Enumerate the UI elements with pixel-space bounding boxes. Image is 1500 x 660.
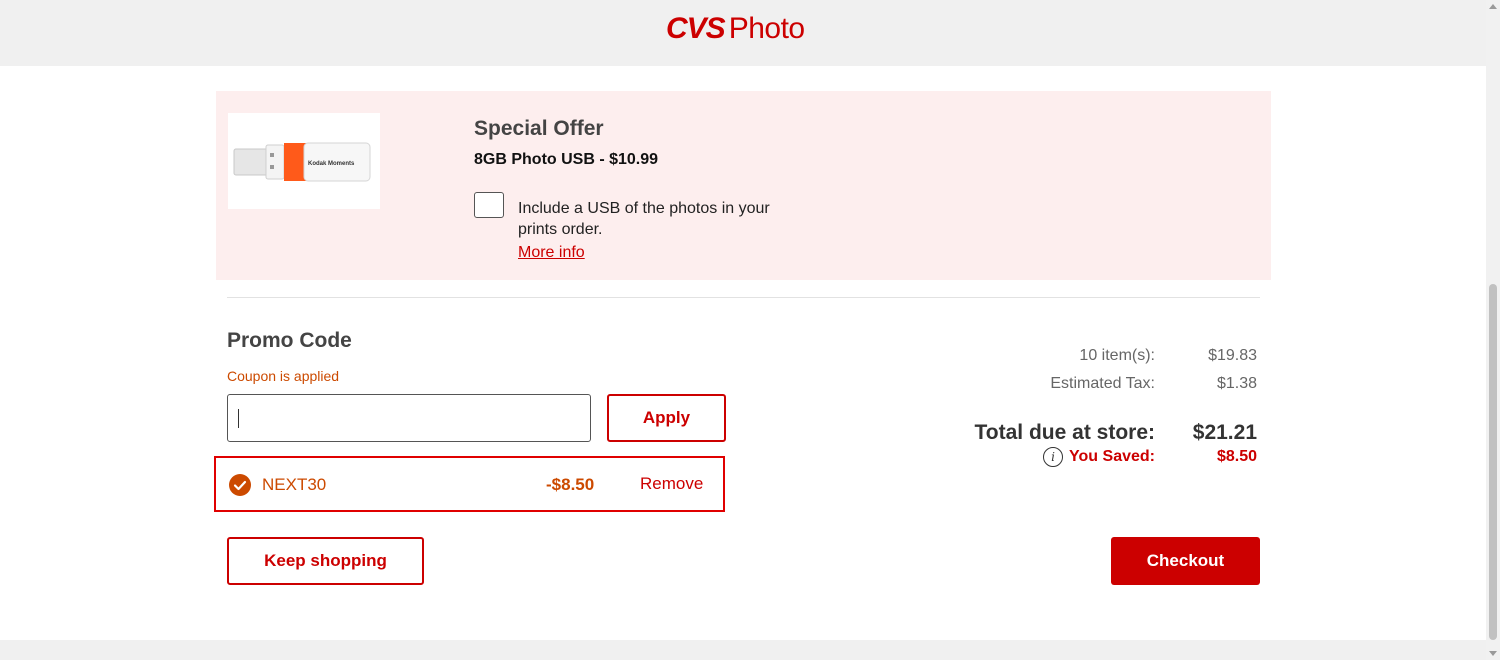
you-saved-label: You Saved: bbox=[1069, 448, 1155, 465]
offer-product-name: 8GB Photo USB - $10.99 bbox=[474, 151, 659, 168]
info-icon[interactable]: i bbox=[1043, 447, 1064, 467]
logo-cvs: CVS bbox=[666, 12, 726, 45]
total-due-value: $21.21 bbox=[1192, 421, 1257, 444]
checkmark-circle-icon bbox=[229, 474, 251, 496]
logo-photo: Photo bbox=[728, 12, 805, 45]
special-offer-panel: Kodak Moments Special Offer 8GB Photo US… bbox=[216, 91, 1271, 280]
special-offer-title: Special Offer bbox=[474, 117, 604, 140]
footer-band bbox=[0, 640, 1486, 660]
you-saved-value: $8.50 bbox=[1216, 448, 1257, 465]
include-usb-checkbox[interactable] bbox=[474, 192, 504, 218]
scroll-down-arrow-icon[interactable] bbox=[1489, 651, 1497, 656]
you-saved-row: i You Saved: bbox=[1043, 447, 1155, 467]
checkout-button[interactable]: Checkout bbox=[1111, 537, 1260, 585]
apply-button[interactable]: Apply bbox=[607, 394, 726, 442]
usb-product-image: Kodak Moments bbox=[228, 113, 380, 209]
more-info-link[interactable]: More info bbox=[518, 244, 585, 262]
remove-coupon-link[interactable]: Remove bbox=[640, 474, 703, 494]
keep-shopping-button[interactable]: Keep shopping bbox=[227, 537, 424, 585]
coupon-code: NEXT30 bbox=[262, 475, 327, 494]
vertical-scrollbar[interactable] bbox=[1486, 0, 1500, 660]
scrollbar-thumb[interactable] bbox=[1489, 284, 1497, 640]
promo-code-input[interactable] bbox=[228, 395, 590, 441]
items-subtotal-value: $19.83 bbox=[1208, 347, 1257, 364]
promo-code-title: Promo Code bbox=[227, 329, 352, 352]
promo-code-field[interactable] bbox=[227, 394, 591, 442]
coupon-discount-amount: -$8.50 bbox=[546, 475, 595, 494]
scroll-up-arrow-icon[interactable] bbox=[1489, 4, 1497, 9]
applied-coupon-row: NEXT30 -$8.50 Remove bbox=[214, 456, 725, 512]
items-count-label: 10 item(s): bbox=[1079, 347, 1155, 364]
estimated-tax-value: $1.38 bbox=[1216, 375, 1257, 392]
include-usb-label: Include a USB of the photos in your prin… bbox=[518, 200, 770, 238]
total-due-label: Total due at store: bbox=[974, 421, 1155, 444]
text-caret bbox=[238, 409, 239, 428]
coupon-status-message: Coupon is applied bbox=[227, 368, 340, 384]
header: CVS Photo bbox=[0, 0, 1486, 66]
estimated-tax-label: Estimated Tax: bbox=[1050, 375, 1155, 392]
usb-brand-text: Kodak Moments bbox=[308, 161, 355, 167]
section-divider bbox=[227, 297, 1260, 298]
cvs-photo-logo[interactable]: CVS Photo bbox=[666, 12, 805, 46]
